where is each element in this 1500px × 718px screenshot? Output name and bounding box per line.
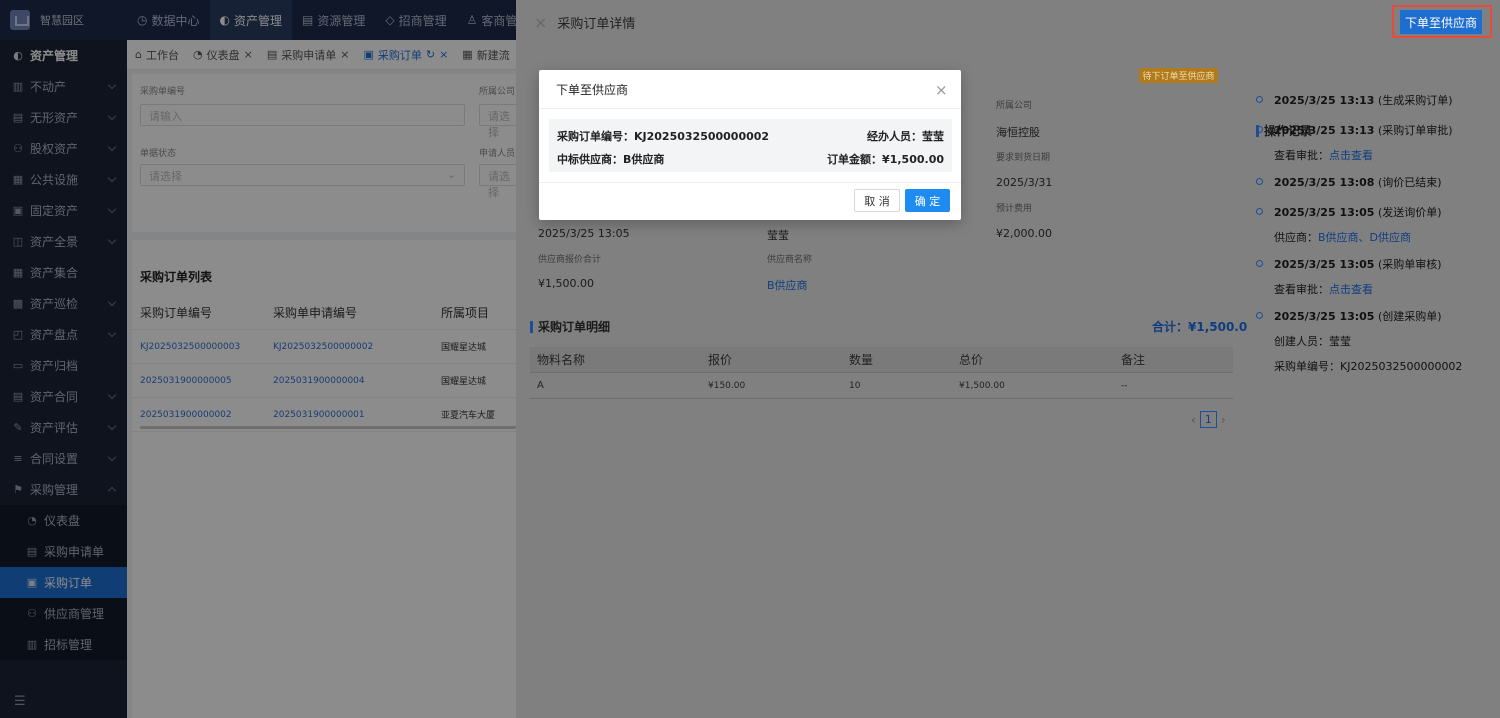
timeline-dot-icon <box>1256 178 1263 185</box>
log-item: 2025/3/25 13:05 (采购单审核) 查看审批：点击查看 <box>1256 256 1442 297</box>
view-approval-link[interactable]: 点击查看 <box>1329 149 1373 162</box>
column-header: 总价 <box>959 353 984 367</box>
supplier-links[interactable]: B供应商、D供应商 <box>1318 231 1411 244</box>
handler: 经办人员：莹莹 <box>867 130 944 143</box>
chevron-left-icon[interactable]: ‹ <box>1191 413 1196 427</box>
pagination: ‹ 1 › <box>1191 411 1226 428</box>
place-order-dialog: 下单至供应商 × 采购订单编号：KJ2025032500000002 经办人员：… <box>539 70 961 220</box>
place-order-button[interactable]: 下单至供应商 <box>1400 10 1482 34</box>
timeline-dot-icon <box>1256 126 1263 133</box>
log-item: 2025/3/25 13:08 (询价已结束) <box>1256 174 1442 190</box>
table-row: A ¥150.00 10 ¥1,500.00 -- <box>530 373 1233 399</box>
column-header: 备注 <box>1121 353 1146 367</box>
order-number: 采购订单编号：KJ2025032500000002 <box>557 130 770 143</box>
confirm-button[interactable]: 确 定 <box>905 189 950 212</box>
created-time-value: 2025/3/25 13:05 <box>538 227 630 240</box>
drawer-title: 采购订单详情 <box>557 16 636 32</box>
winning-supplier: 中标供应商：B供应商 <box>557 153 665 166</box>
view-approval-link[interactable]: 点击查看 <box>1329 283 1373 296</box>
status-badge: 待下订单至供应商 <box>1139 68 1218 83</box>
handler-value: 莹莹 <box>767 229 789 242</box>
timeline-dot-icon <box>1256 312 1263 319</box>
order-amount: 订单金额：¥1,500.00 <box>827 153 944 166</box>
detail-section-title: 采购订单明细 <box>530 318 610 335</box>
operation-log-panel: 操作记录 2025/3/25 13:13 (生成采购订单) 2025/3/25 … <box>1247 52 1493 712</box>
dialog-title: 下单至供应商 <box>539 70 961 109</box>
timeline-dot-icon <box>1256 260 1263 267</box>
drawer-header: × 采购订单详情 <box>516 0 1500 44</box>
chevron-right-icon[interactable]: › <box>1221 413 1226 427</box>
detail-table: 物料名称 报价 数量 总价 备注 A ¥150.00 10 ¥1,500.00 … <box>530 347 1233 399</box>
quote-total-label: 供应商报价合计 <box>538 255 602 265</box>
company-value: 海恒控股 <box>996 126 1040 139</box>
quote-total-value: ¥1,500.00 <box>538 277 594 290</box>
log-item: 2025/3/25 13:05 (创建采购单) 创建人员：莹莹 采购单编号：KJ20… <box>1256 308 1462 374</box>
timeline-dot-icon <box>1256 96 1263 103</box>
company-label: 所属公司 <box>996 101 1033 111</box>
supplier-link[interactable]: B供应商 <box>767 277 808 293</box>
cancel-button[interactable]: 取 消 <box>854 189 900 212</box>
page-number[interactable]: 1 <box>1199 411 1217 428</box>
delivery-date-label: 要求到货日期 <box>996 153 1051 163</box>
log-item: 2025/3/25 13:05 (发送询价单) 供应商：B供应商、D供应商 <box>1256 204 1442 245</box>
close-icon[interactable]: × <box>935 81 948 99</box>
dialog-info-box: 采购订单编号：KJ2025032500000002 经办人员：莹莹 中标供应商：… <box>549 119 952 172</box>
detail-table-header: 物料名称 报价 数量 总价 备注 <box>530 347 1233 373</box>
close-icon[interactable]: × <box>534 13 547 32</box>
budget-value: ¥2,000.00 <box>996 227 1052 240</box>
timeline-dot-icon <box>1256 208 1263 215</box>
column-header: 物料名称 <box>537 353 586 367</box>
log-item: 2025/3/25 13:13 (生成采购订单) <box>1256 92 1453 108</box>
detail-total: 合计：¥1,500.00 <box>1152 320 1256 334</box>
delivery-date-value: 2025/3/31 <box>996 176 1053 189</box>
column-header: 报价 <box>708 353 733 367</box>
column-header: 数量 <box>849 353 874 367</box>
log-item: 2025/3/25 13:13 (采购订单审批) 查看审批：点击查看 <box>1256 122 1453 163</box>
budget-label: 预计费用 <box>996 204 1033 214</box>
supplier-label: 供应商名称 <box>767 255 813 265</box>
